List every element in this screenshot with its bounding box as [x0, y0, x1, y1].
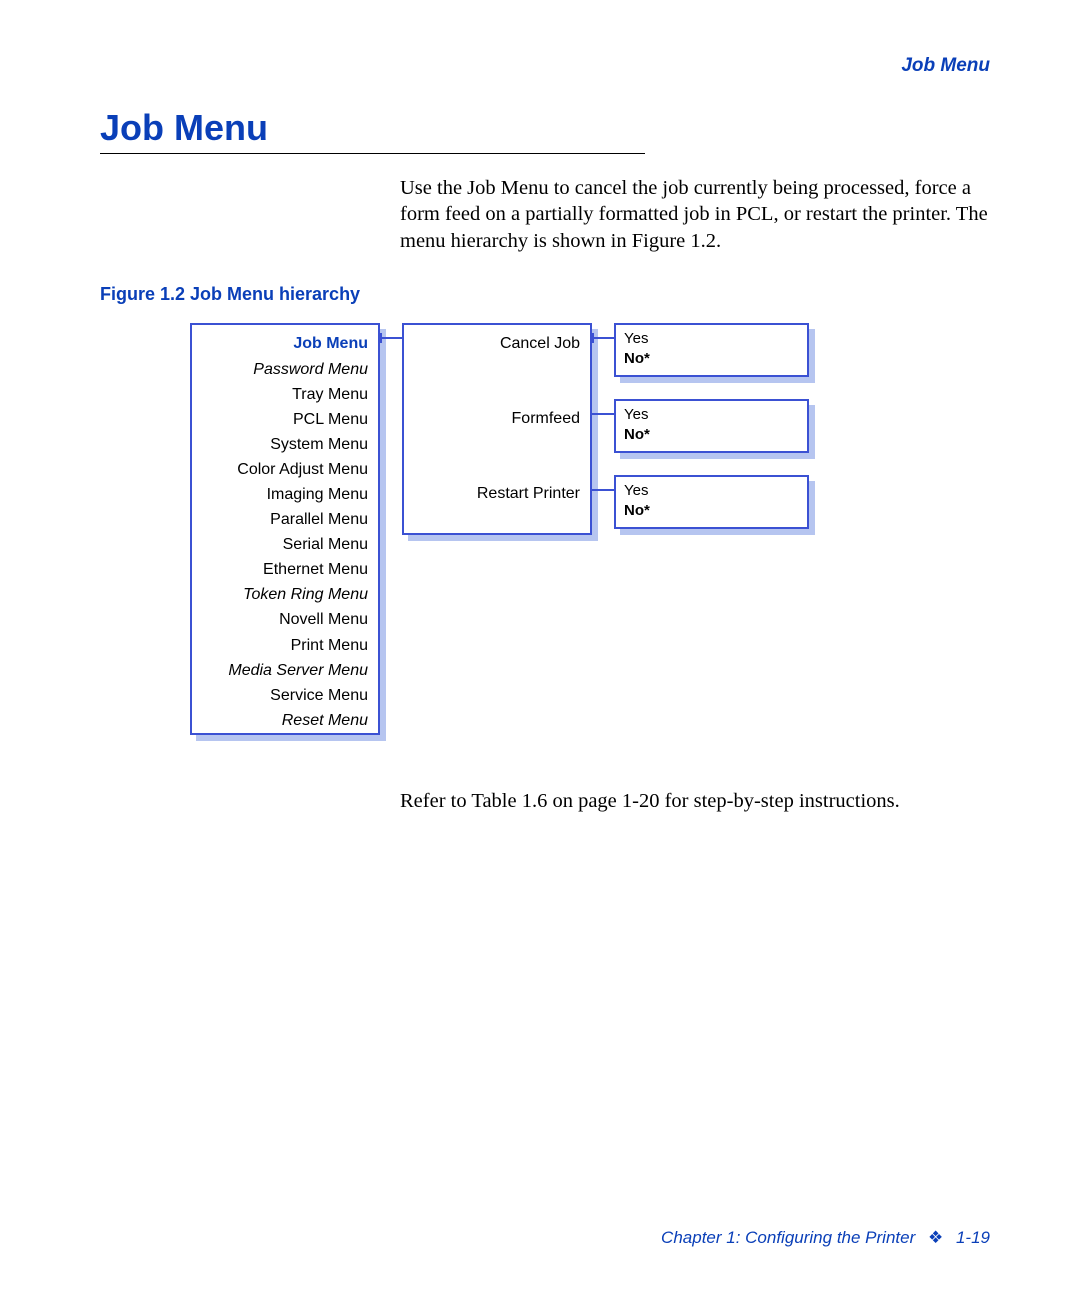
submenu-item: Cancel Job: [410, 331, 580, 356]
submenu-item: Restart Printer: [410, 481, 580, 506]
connector-line: [380, 337, 402, 339]
connector-line: [592, 337, 614, 339]
footer-page-number: 1-19: [956, 1228, 990, 1247]
menu-item: PCL Menu: [198, 407, 368, 432]
outro-paragraph: Refer to Table 1.6 on page 1-20 for step…: [400, 788, 990, 815]
menu-list: Job Menu Password Menu Tray Menu PCL Men…: [198, 331, 368, 733]
figure-caption: Figure 1.2 Job Menu hierarchy: [100, 284, 990, 305]
submenu-item: Formfeed: [410, 406, 580, 431]
option-yes: Yes: [624, 329, 799, 349]
submenu-spacer: [410, 431, 580, 456]
submenu-box: Cancel Job Formfeed Restart Printer: [402, 323, 592, 535]
footer-chapter: Chapter 1: Configuring the Printer: [661, 1228, 915, 1247]
menu-item: Color Adjust Menu: [198, 457, 368, 482]
connector-tick: [380, 333, 382, 343]
connector-line: [592, 489, 614, 491]
submenu-spacer: [410, 356, 580, 381]
option-no-default: No*: [624, 425, 799, 445]
menu-item: Imaging Menu: [198, 482, 368, 507]
menu-item: Media Server Menu: [198, 658, 368, 683]
footer-bullet-icon: ❖: [928, 1228, 943, 1247]
menu-item: Novell Menu: [198, 607, 368, 632]
menu-item: Tray Menu: [198, 382, 368, 407]
option-no-default: No*: [624, 349, 799, 369]
page-footer: Chapter 1: Configuring the Printer ❖ 1-1…: [661, 1228, 990, 1248]
page: Job Menu Job Menu Use the Job Menu to ca…: [0, 0, 1080, 1296]
menu-item: Reset Menu: [198, 708, 368, 733]
menu-box: Job Menu Password Menu Tray Menu PCL Men…: [190, 323, 380, 735]
menu-item: Serial Menu: [198, 532, 368, 557]
option-yes: Yes: [624, 405, 799, 425]
menu-item: Job Menu: [198, 331, 368, 356]
connector-line: [592, 413, 614, 415]
menu-item: Service Menu: [198, 683, 368, 708]
submenu-spacer: [410, 381, 580, 406]
running-header: Job Menu: [100, 55, 990, 77]
menu-item: Ethernet Menu: [198, 557, 368, 582]
figure-hierarchy: Job Menu Password Menu Tray Menu PCL Men…: [190, 323, 990, 753]
section-title: Job Menu: [100, 107, 990, 149]
intro-paragraph: Use the Job Menu to cancel the job curre…: [400, 175, 990, 255]
options-box: Yes No*: [614, 475, 809, 529]
menu-item: Parallel Menu: [198, 507, 368, 532]
menu-item: Password Menu: [198, 357, 368, 382]
menu-item: System Menu: [198, 432, 368, 457]
option-no-default: No*: [624, 501, 799, 521]
menu-item: Print Menu: [198, 633, 368, 658]
options-box: Yes No*: [614, 323, 809, 377]
option-yes: Yes: [624, 481, 799, 501]
connector-tick: [592, 333, 594, 343]
menu-item: Token Ring Menu: [198, 582, 368, 607]
options-box: Yes No*: [614, 399, 809, 453]
title-rule: [100, 153, 645, 154]
submenu-spacer: [410, 456, 580, 481]
